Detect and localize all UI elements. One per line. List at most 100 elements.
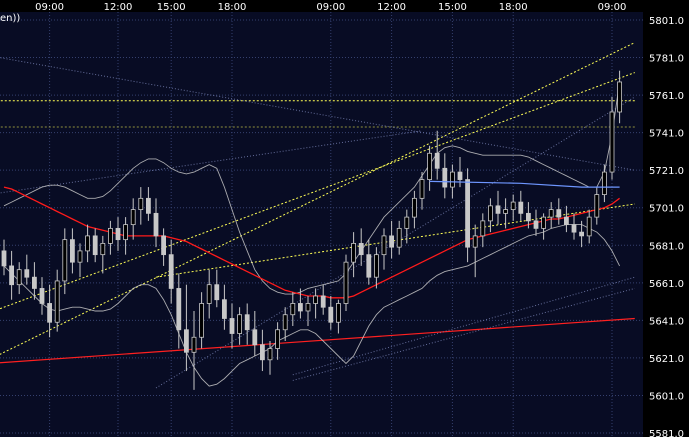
y-tick-label: 5721.0 bbox=[649, 166, 684, 177]
candle-body bbox=[39, 288, 45, 304]
candle-body bbox=[404, 216, 410, 229]
candle-body bbox=[457, 171, 463, 180]
x-tick-label: 18:00 bbox=[218, 2, 247, 13]
candle-body bbox=[328, 306, 334, 323]
candle-body bbox=[282, 314, 288, 331]
candle-body bbox=[381, 235, 387, 256]
y-tick-label: 5781.0 bbox=[649, 54, 684, 65]
candle-body bbox=[237, 314, 243, 334]
candle-body bbox=[602, 171, 607, 195]
candle-body bbox=[594, 194, 600, 218]
candle-body bbox=[396, 227, 402, 248]
candle-body bbox=[62, 239, 68, 282]
candle-body bbox=[495, 205, 501, 214]
candle-body bbox=[434, 152, 440, 169]
x-tick-label: 15:00 bbox=[438, 2, 467, 13]
candle-body bbox=[176, 288, 182, 331]
x-tick-label: 09:00 bbox=[35, 2, 64, 13]
candle-body bbox=[259, 344, 265, 361]
candle-body bbox=[579, 231, 584, 237]
candle-body bbox=[161, 235, 167, 256]
candle-body bbox=[320, 295, 326, 308]
candle-body bbox=[54, 280, 60, 323]
candle-body bbox=[449, 171, 455, 188]
candle-body bbox=[92, 235, 98, 256]
candle-body bbox=[480, 220, 486, 237]
candle-body bbox=[373, 254, 379, 278]
candle-body bbox=[411, 197, 417, 218]
x-tick-label: 15:00 bbox=[157, 2, 186, 13]
candle-body bbox=[1, 250, 7, 267]
candle-body bbox=[419, 179, 425, 199]
y-tick-label: 5581.0 bbox=[649, 429, 684, 437]
candle-body bbox=[191, 336, 197, 353]
candle-body bbox=[335, 303, 341, 323]
candle-body bbox=[313, 295, 319, 304]
y-tick-label: 5761.0 bbox=[649, 91, 684, 102]
candle-body bbox=[85, 235, 90, 252]
candle-body bbox=[427, 152, 433, 180]
candle-body bbox=[533, 220, 539, 229]
candle-body bbox=[548, 209, 554, 218]
candle-body bbox=[70, 239, 75, 263]
candle-body bbox=[503, 209, 509, 214]
candle-body bbox=[138, 197, 144, 211]
legend-fragment: en)) bbox=[0, 13, 20, 24]
candle-body bbox=[518, 201, 524, 214]
x-tick-label: 18:00 bbox=[499, 2, 528, 13]
candle-body bbox=[199, 303, 205, 338]
y-tick-label: 5801.0 bbox=[649, 16, 684, 27]
candle-body bbox=[229, 318, 235, 334]
x-tick-label: 09:00 bbox=[316, 2, 345, 13]
candle-body bbox=[586, 216, 592, 237]
y-tick-label: 5661.0 bbox=[649, 279, 684, 290]
candle-body bbox=[526, 212, 531, 222]
candle-body bbox=[9, 265, 15, 286]
y-tick-label: 5681.0 bbox=[649, 241, 684, 252]
candle-body bbox=[108, 227, 113, 244]
y-tick-label: 5641.0 bbox=[649, 316, 684, 327]
candle-body bbox=[609, 111, 615, 173]
candle-body bbox=[100, 242, 106, 256]
candle-body bbox=[442, 167, 448, 188]
candle-body bbox=[206, 284, 212, 304]
candle-body bbox=[472, 235, 478, 248]
x-tick-label: 12:00 bbox=[377, 2, 406, 13]
candle-body bbox=[617, 81, 622, 113]
candle-body bbox=[305, 303, 311, 312]
candle-body bbox=[571, 224, 577, 233]
candle-body bbox=[358, 242, 364, 256]
candle-body bbox=[168, 254, 174, 289]
candle-body bbox=[123, 224, 128, 241]
candle-body bbox=[343, 261, 349, 304]
x-tick-label: 12:00 bbox=[104, 2, 133, 13]
candle-body bbox=[297, 303, 303, 312]
candle-body bbox=[267, 348, 273, 361]
candle-body bbox=[115, 227, 121, 241]
candle-body bbox=[221, 299, 227, 319]
y-tick-label: 5701.0 bbox=[649, 204, 684, 215]
y-axis-bar bbox=[643, 0, 689, 437]
candle-body bbox=[366, 254, 372, 278]
candle-body bbox=[24, 269, 30, 278]
candle-body bbox=[214, 284, 220, 301]
candle-body bbox=[145, 197, 151, 214]
x-tick-label: 09:00 bbox=[598, 2, 627, 13]
candle-body bbox=[275, 329, 281, 349]
candle-body bbox=[130, 209, 136, 226]
candle-body bbox=[465, 179, 471, 248]
candle-body bbox=[290, 303, 296, 316]
candle-body bbox=[183, 329, 189, 353]
candle-body bbox=[351, 242, 357, 263]
candle-body bbox=[16, 269, 22, 286]
candle-body bbox=[77, 250, 83, 263]
candle-body bbox=[47, 303, 52, 323]
candle-body bbox=[556, 209, 562, 218]
y-tick-label: 5621.0 bbox=[649, 354, 684, 365]
candle-body bbox=[252, 329, 258, 346]
candle-body bbox=[32, 276, 37, 289]
candle-body bbox=[541, 216, 546, 229]
candle-body bbox=[153, 212, 159, 237]
chart: 09:00 12:00 15:00 18:00 09:00 12:00 15:00 18:00… bbox=[0, 0, 689, 437]
plot-background bbox=[0, 12, 643, 437]
